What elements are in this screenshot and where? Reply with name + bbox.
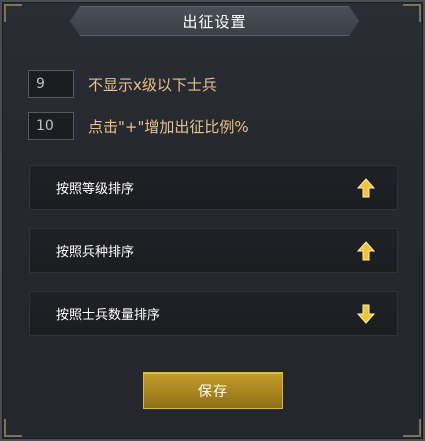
min-level-input[interactable]: 9	[28, 70, 74, 98]
min-level-setting: 9 不显示x级以下士兵	[28, 70, 217, 98]
dialog-title: 出征设置	[182, 12, 247, 31]
save-button[interactable]: 保存	[143, 372, 283, 409]
sort-by-level-label: 按照等级排序	[56, 182, 135, 197]
ratio-step-input[interactable]: 10	[28, 112, 74, 140]
min-level-value: 9	[36, 76, 45, 92]
frame-corner-ornament	[403, 419, 421, 437]
sort-by-count-button[interactable]: 按照士兵数量排序	[29, 291, 398, 336]
sort-by-level-button[interactable]: 按照等级排序	[29, 165, 398, 210]
frame-corner-ornament	[4, 419, 22, 437]
sort-by-count-label: 按照士兵数量排序	[56, 308, 161, 323]
ratio-step-label: 点击"+"增加出征比例%	[88, 117, 249, 136]
arrow-down-icon	[357, 304, 375, 324]
march-settings-dialog: 出征设置 9 不显示x级以下士兵 10 点击"+"增加出征比例% 按照等级排序 …	[0, 0, 425, 441]
arrow-up-icon	[357, 241, 375, 261]
sort-by-type-label: 按照兵种排序	[56, 245, 135, 260]
min-level-label: 不显示x级以下士兵	[88, 75, 217, 94]
ratio-step-setting: 10 点击"+"增加出征比例%	[28, 112, 249, 140]
ratio-step-value: 10	[36, 118, 54, 134]
frame-corner-ornament	[4, 4, 22, 22]
arrow-up-icon	[357, 178, 375, 198]
save-button-label: 保存	[198, 383, 228, 400]
sort-by-type-button[interactable]: 按照兵种排序	[29, 228, 398, 273]
frame-corner-ornament	[403, 4, 421, 22]
dialog-title-bar: 出征设置	[70, 6, 359, 36]
